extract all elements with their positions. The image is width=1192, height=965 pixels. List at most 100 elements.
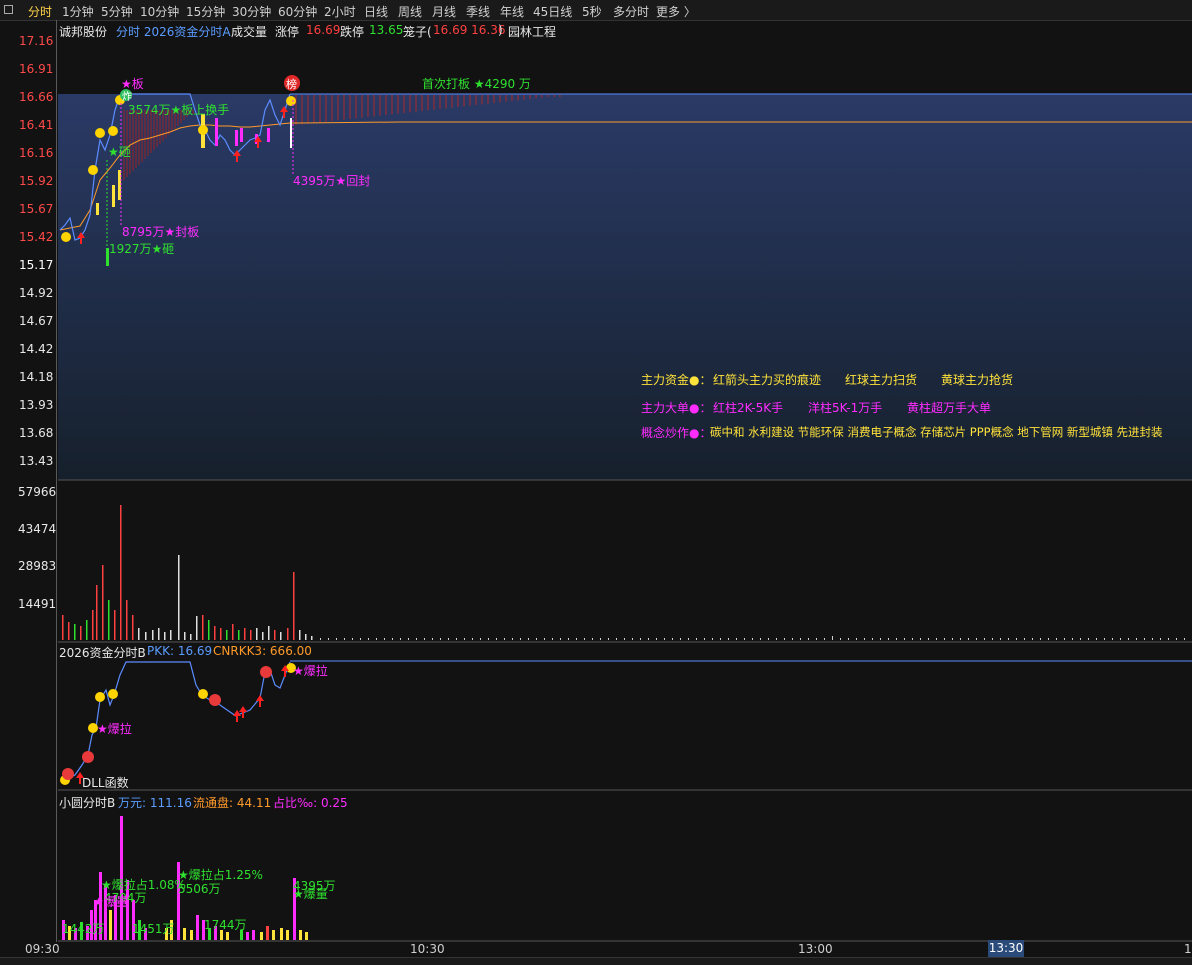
panel-c-label-8: 1442万 (62, 922, 105, 936)
volume-bar (456, 638, 457, 640)
volume-bar (688, 638, 689, 640)
volume-bar (1016, 638, 1017, 640)
volume-bar (608, 638, 609, 640)
volume-bar (1104, 638, 1105, 640)
volume-bar (824, 638, 825, 640)
volume-bar (293, 572, 295, 640)
volume-bar (496, 638, 497, 640)
volume-bar (1120, 638, 1121, 640)
volume-bar (552, 638, 553, 640)
chart-canvas[interactable] (0, 0, 1192, 964)
volume-bar (232, 624, 234, 640)
volume-bar (504, 638, 505, 640)
volume-bar (102, 565, 104, 640)
volume-bar (1024, 638, 1025, 640)
volume-bar (528, 638, 529, 640)
volume-bar (287, 628, 289, 640)
time-tick-0930: 09:30 (25, 942, 60, 956)
panel-b-burst-left: ★爆拉 (97, 722, 132, 736)
volume-bar (632, 638, 633, 640)
bang-badge-text: 榜 (286, 78, 297, 91)
volume-bar (299, 630, 301, 640)
volume-bar (1008, 638, 1009, 640)
price-area-fill (58, 94, 1192, 480)
volume-bar (888, 638, 889, 640)
volume-bar (472, 638, 473, 640)
panel-c-bar (305, 932, 308, 940)
volume-bar (368, 638, 369, 640)
volume-bar (872, 638, 873, 640)
first-board-label: 首次打板 ★4290 万 (422, 77, 531, 91)
volume-bar (1072, 638, 1073, 640)
volume-bar (672, 638, 673, 640)
volume-bar (616, 638, 617, 640)
volume-bar (196, 616, 198, 640)
volume-bar (86, 620, 88, 640)
volume-bar (158, 628, 160, 640)
panel-b-dll: DLL函数 (82, 776, 129, 790)
volume-bar (448, 638, 449, 640)
volume-bar (1144, 638, 1145, 640)
panel-b-title: 2026资金分时B (59, 646, 146, 660)
legend-row1-item3: 黄球主力抢货 (941, 373, 1014, 387)
volume-bar (126, 600, 128, 640)
volume-bar (274, 630, 276, 640)
volume-bar (720, 638, 721, 640)
volume-bar (592, 638, 593, 640)
volume-bar (1168, 638, 1169, 640)
volume-bar (680, 638, 681, 640)
volume-bar (268, 626, 270, 640)
volume-bar (1064, 638, 1065, 640)
volume-bar (784, 638, 785, 640)
volume-bar (256, 628, 258, 640)
panel-c-bar (196, 915, 199, 940)
volume-bar (952, 638, 953, 640)
volume-bar (744, 638, 745, 640)
volume-bar (1080, 638, 1081, 640)
volume-bar (408, 638, 409, 640)
volume-bar (808, 638, 809, 640)
time-tick-end: 1 (1184, 942, 1192, 956)
volume-bar (120, 505, 122, 640)
volume-bar (640, 638, 641, 640)
volume-bar (132, 615, 134, 640)
volume-bar (336, 638, 337, 640)
panel-c-bar (246, 932, 249, 940)
volume-bar (760, 638, 761, 640)
panel-c-label-3: ★爆量 (93, 895, 128, 909)
volume-bar (311, 636, 313, 640)
volume-bar (832, 636, 833, 640)
volume-bar (320, 638, 321, 640)
volume-bar (220, 628, 222, 640)
volume-bar (250, 630, 252, 640)
volume-bar (752, 638, 753, 640)
volume-bar (74, 624, 76, 640)
panel-b-cnrkk: CNRKK3: 666.00 (213, 644, 312, 658)
volume-bars (62, 505, 1185, 640)
volume-bar (344, 638, 345, 640)
legend-row2-title: 主力大单●： (641, 401, 712, 415)
volume-bar (576, 638, 577, 640)
volume-bar (464, 638, 465, 640)
volume-bar (696, 638, 697, 640)
volume-bar (440, 638, 441, 640)
volume-bar (968, 638, 969, 640)
volume-bar (1048, 638, 1049, 640)
volume-bar (864, 638, 865, 640)
volume-bar (568, 638, 569, 640)
volume-bar (62, 615, 64, 640)
panel-c-title: 小圆分时B (59, 796, 116, 810)
volume-bar (880, 638, 881, 640)
legend-row3-concepts: 碳中和 水利建设 节能环保 消费电子概念 存储芯片 PPP概念 地下管网 新型城… (710, 425, 1163, 439)
volume-bar (728, 638, 729, 640)
panel-c-label-5: 5506万 (178, 882, 221, 896)
volume-bar (1176, 638, 1177, 640)
panel-c-bar (252, 930, 255, 940)
legend-row3-title: 概念炒作●： (641, 426, 712, 440)
panel-b-burst-right: ★爆拉 (293, 664, 328, 678)
volume-bar (1056, 638, 1057, 640)
volume-bar (600, 638, 601, 640)
volume-bar (792, 638, 793, 640)
volume-bar (1152, 638, 1153, 640)
volume-bar (352, 638, 353, 640)
